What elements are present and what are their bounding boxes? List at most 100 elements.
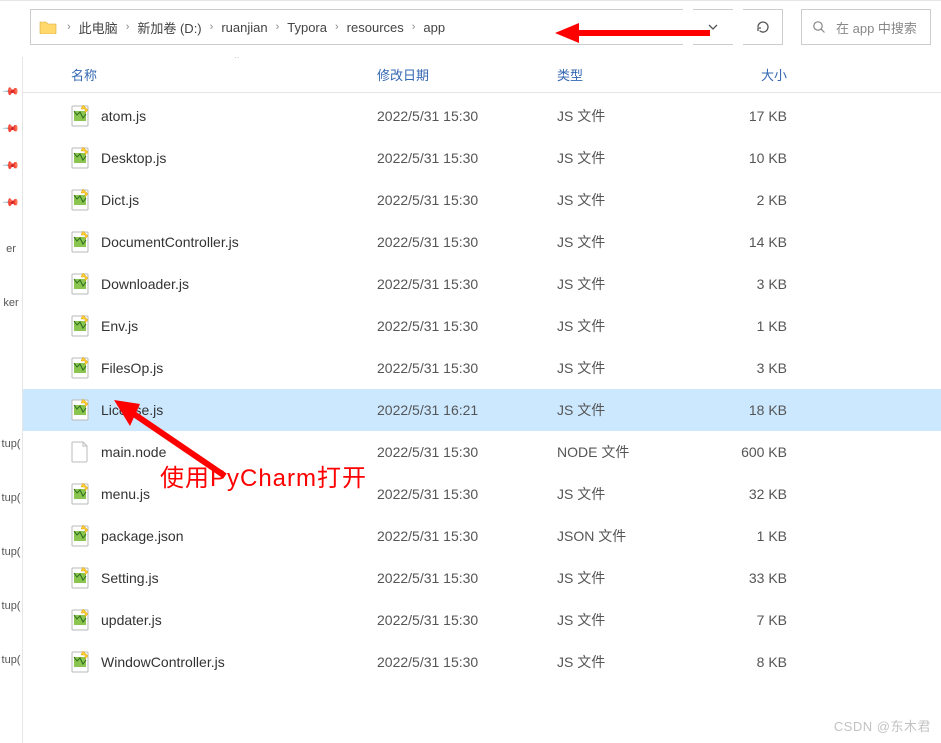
crumb-2[interactable]: ruanjian — [219, 20, 269, 35]
js-file-icon — [71, 315, 89, 337]
file-name: menu.js — [101, 486, 150, 502]
file-date: 2022/5/31 15:30 — [377, 612, 557, 628]
chevron-right-icon: › — [208, 21, 216, 33]
nav-sidebar: 📌 📌 📌 📌 er ker tup( tup( tup( tup( tup( — [0, 57, 23, 743]
file-type: JS 文件 — [557, 358, 697, 378]
js-file-icon — [71, 399, 89, 421]
js-file-icon — [71, 273, 89, 295]
js-file-icon — [71, 483, 89, 505]
file-date: 2022/5/31 15:30 — [377, 150, 557, 166]
file-row[interactable]: WindowController.js 2022/5/31 15:30 JS 文… — [23, 641, 941, 683]
file-name: Downloader.js — [101, 276, 189, 292]
column-headers[interactable]: ⌃ 名称 修改日期 类型 大小 — [23, 57, 941, 93]
side-label-1[interactable]: ker — [3, 297, 18, 309]
file-row[interactable]: Downloader.js 2022/5/31 15:30 JS 文件 3 KB — [23, 263, 941, 305]
file-row[interactable]: Desktop.js 2022/5/31 15:30 JS 文件 10 KB — [23, 137, 941, 179]
file-size: 7 KB — [697, 612, 807, 628]
crumb-3[interactable]: Typora — [285, 20, 329, 35]
side-label-2[interactable]: tup( — [2, 438, 21, 450]
file-name: Env.js — [101, 318, 138, 334]
file-type: JS 文件 — [557, 274, 697, 294]
file-pane: ⌃ 名称 修改日期 类型 大小 atom.js 2022/5/31 15:30 … — [23, 57, 941, 743]
file-size: 1 KB — [697, 318, 807, 334]
file-type: JSON 文件 — [557, 526, 697, 546]
side-label-4[interactable]: tup( — [2, 546, 21, 558]
file-name: Desktop.js — [101, 150, 166, 166]
side-label-3[interactable]: tup( — [2, 492, 21, 504]
file-size: 10 KB — [697, 150, 807, 166]
crumb-0[interactable]: 此电脑 — [77, 18, 120, 37]
file-type: JS 文件 — [557, 232, 697, 252]
crumb-4[interactable]: resources — [345, 20, 406, 35]
file-name: Setting.js — [101, 570, 159, 586]
file-row[interactable]: Dict.js 2022/5/31 15:30 JS 文件 2 KB — [23, 179, 941, 221]
search-placeholder: 在 app 中搜索 — [836, 18, 917, 37]
file-type: JS 文件 — [557, 106, 697, 126]
file-name: main.node — [101, 444, 166, 460]
file-date: 2022/5/31 15:30 — [377, 192, 557, 208]
file-type: JS 文件 — [557, 652, 697, 672]
file-size: 3 KB — [697, 276, 807, 292]
pin-icon: 📌 — [2, 82, 21, 101]
blank-file-icon — [71, 441, 89, 463]
file-size: 17 KB — [697, 108, 807, 124]
folder-icon — [39, 20, 57, 34]
file-name: updater.js — [101, 612, 162, 628]
file-row[interactable]: updater.js 2022/5/31 15:30 JS 文件 7 KB — [23, 599, 941, 641]
crumb-1[interactable]: 新加卷 (D:) — [135, 18, 203, 37]
js-file-icon — [71, 105, 89, 127]
file-date: 2022/5/31 15:30 — [377, 654, 557, 670]
file-name: WindowController.js — [101, 654, 225, 670]
search-icon — [812, 20, 826, 34]
file-type: JS 文件 — [557, 484, 697, 504]
file-row[interactable]: menu.js 2022/5/31 15:30 JS 文件 32 KB — [23, 473, 941, 515]
watermark: CSDN @东木君 — [834, 716, 931, 735]
file-date: 2022/5/31 15:30 — [377, 360, 557, 376]
file-name: atom.js — [101, 108, 146, 124]
file-size: 1 KB — [697, 528, 807, 544]
file-date: 2022/5/31 15:30 — [377, 486, 557, 502]
file-type: JS 文件 — [557, 610, 697, 630]
file-row[interactable]: Env.js 2022/5/31 15:30 JS 文件 1 KB — [23, 305, 941, 347]
chevron-right-icon: › — [333, 21, 341, 33]
side-label-6[interactable]: tup( — [2, 654, 21, 666]
file-row[interactable]: FilesOp.js 2022/5/31 15:30 JS 文件 3 KB — [23, 347, 941, 389]
side-label-5[interactable]: tup( — [2, 600, 21, 612]
file-row[interactable]: License.js 2022/5/31 16:21 JS 文件 18 KB — [23, 389, 941, 431]
crumb-5[interactable]: app — [421, 20, 447, 35]
file-size: 18 KB — [697, 402, 807, 418]
file-name: FilesOp.js — [101, 360, 163, 376]
column-type[interactable]: 类型 — [557, 65, 697, 84]
file-list[interactable]: atom.js 2022/5/31 15:30 JS 文件 17 KB Desk… — [23, 93, 941, 743]
address-toolbar: › 此电脑 › 新加卷 (D:) › ruanjian › Typora › r… — [0, 1, 941, 57]
breadcrumb[interactable]: › 此电脑 › 新加卷 (D:) › ruanjian › Typora › r… — [30, 9, 683, 45]
column-date[interactable]: 修改日期 — [377, 65, 557, 84]
file-date: 2022/5/31 15:30 — [377, 108, 557, 124]
file-type: JS 文件 — [557, 400, 697, 420]
history-dropdown-button[interactable] — [693, 9, 733, 45]
js-file-icon — [71, 525, 89, 547]
column-size[interactable]: 大小 — [697, 65, 807, 84]
file-type: NODE 文件 — [557, 442, 697, 462]
file-row[interactable]: main.node 2022/5/31 15:30 NODE 文件 600 KB — [23, 431, 941, 473]
js-file-icon — [71, 609, 89, 631]
file-name: License.js — [101, 402, 163, 418]
file-type: JS 文件 — [557, 190, 697, 210]
search-input[interactable]: 在 app 中搜索 — [801, 9, 931, 45]
file-type: JS 文件 — [557, 148, 697, 168]
column-name[interactable]: 名称 — [71, 65, 377, 84]
file-row[interactable]: atom.js 2022/5/31 15:30 JS 文件 17 KB — [23, 95, 941, 137]
file-row[interactable]: DocumentController.js 2022/5/31 15:30 JS… — [23, 221, 941, 263]
js-file-icon — [71, 189, 89, 211]
side-label-0[interactable]: er — [6, 243, 16, 255]
file-row[interactable]: Setting.js 2022/5/31 15:30 JS 文件 33 KB — [23, 557, 941, 599]
refresh-button[interactable] — [743, 9, 783, 45]
file-row[interactable]: package.json 2022/5/31 15:30 JSON 文件 1 K… — [23, 515, 941, 557]
file-size: 8 KB — [697, 654, 807, 670]
chevron-right-icon: › — [65, 21, 73, 33]
pin-icon: 📌 — [2, 156, 21, 175]
file-date: 2022/5/31 15:30 — [377, 318, 557, 334]
file-type: JS 文件 — [557, 316, 697, 336]
pin-icon: 📌 — [2, 119, 21, 138]
js-file-icon — [71, 651, 89, 673]
